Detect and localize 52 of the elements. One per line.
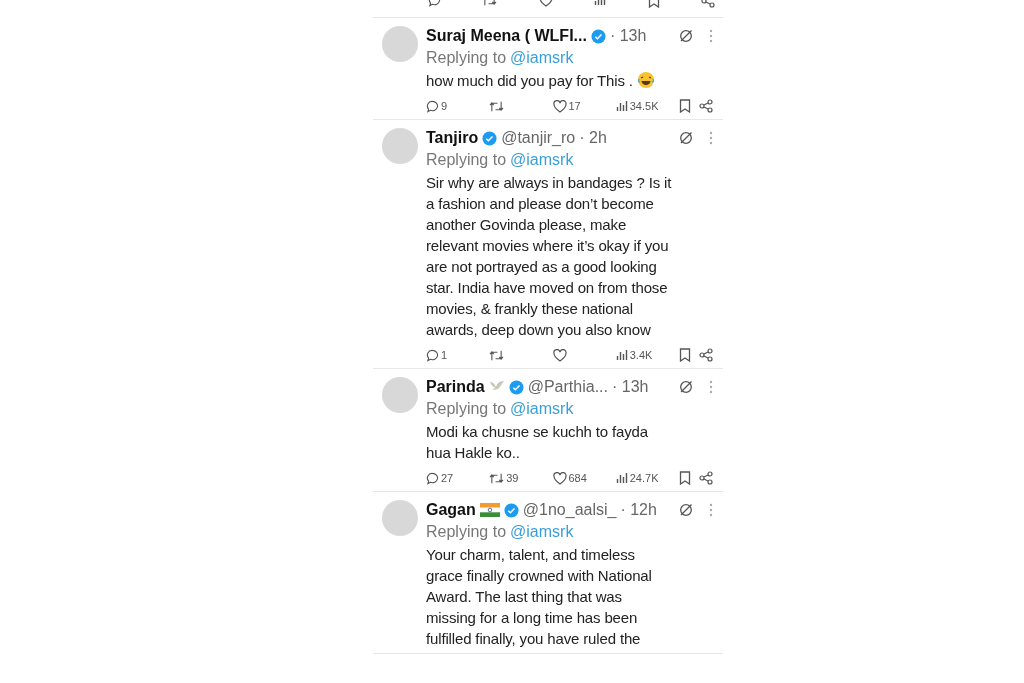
reply-text: Your charm, talent, and timeless grace finally crowned with National Award. The last thing that was missing for a long time has been fulfilled finally, you have ruled the	[426, 545, 652, 649]
like-button[interactable]: 684	[552, 469, 599, 487]
replying-label: Replying to	[426, 522, 507, 542]
heart-icon	[552, 471, 567, 485]
replying-label: Replying to	[426, 48, 507, 68]
flag-icon	[479, 503, 500, 517]
views-button[interactable]: 24.7K	[615, 469, 662, 487]
user-handle[interactable]: @Parthia...	[527, 375, 608, 399]
bookmark-icon[interactable]	[679, 99, 691, 113]
reply-button[interactable]: 27	[426, 469, 472, 487]
timestamp: · 12h	[620, 500, 657, 520]
retweet-button[interactable]: 39	[489, 469, 536, 487]
like-button[interactable]: 17	[552, 97, 599, 115]
reply-button[interactable]: 1	[426, 346, 472, 364]
reply-text: Sir why are always in bandages ? Is it a fashion and please don’t become another Govinda please, make relevant movies where it’s okay if you are not portrayed as a good looking star. India have moved on from those movies, & frankly these national awards, deep down you also know	[426, 173, 672, 340]
user-name[interactable]: Gagan	[426, 498, 476, 522]
timestamp: · 13h	[611, 377, 649, 397]
user-name[interactable]: Tanjiro	[426, 126, 479, 150]
grok-icon[interactable]	[679, 131, 693, 145]
user-name[interactable]: Suraj Meena ( WLFI...	[426, 24, 587, 48]
grok-icon[interactable]	[679, 503, 693, 517]
reply-text: Modi ka chusne se kuchh to fayda hua Hakle ko..	[426, 422, 648, 463]
share-icon[interactable]	[699, 348, 713, 362]
retweet-icon	[489, 99, 505, 113]
heart-icon	[552, 99, 567, 113]
views-button[interactable]: 34.5K	[615, 97, 662, 115]
replying-label: Replying to	[426, 399, 507, 419]
reply-text: how much did you pay for This .	[426, 71, 633, 91]
reply-icon	[426, 471, 439, 485]
reply-icon	[426, 348, 439, 362]
grok-icon[interactable]	[679, 29, 693, 43]
bar-chart-icon	[615, 349, 628, 361]
timestamp: · 2h	[579, 128, 607, 148]
user-handle[interactable]: @tanjir_ro	[501, 126, 576, 150]
laughing-face-icon	[636, 70, 655, 89]
bar-chart-icon	[615, 472, 628, 484]
user-handle[interactable]: @1no_aalsi_	[522, 498, 617, 522]
retweet-icon	[489, 348, 505, 362]
replying-label: Replying to	[426, 150, 507, 170]
bar-chart-icon	[615, 100, 628, 112]
bookmark-icon[interactable]	[679, 348, 691, 362]
bookmark-icon[interactable]	[679, 471, 691, 485]
share-icon[interactable]	[699, 471, 713, 485]
grok-icon[interactable]	[679, 380, 693, 394]
share-icon[interactable]	[699, 99, 713, 113]
reply-button[interactable]: 9	[426, 97, 472, 115]
reply-icon	[426, 99, 439, 113]
retweet-icon	[489, 471, 505, 485]
timestamp: · 13h	[609, 26, 647, 46]
user-name[interactable]: Parinda	[426, 375, 485, 399]
heart-icon	[552, 348, 567, 362]
views-button[interactable]: 3.4K	[615, 346, 662, 364]
